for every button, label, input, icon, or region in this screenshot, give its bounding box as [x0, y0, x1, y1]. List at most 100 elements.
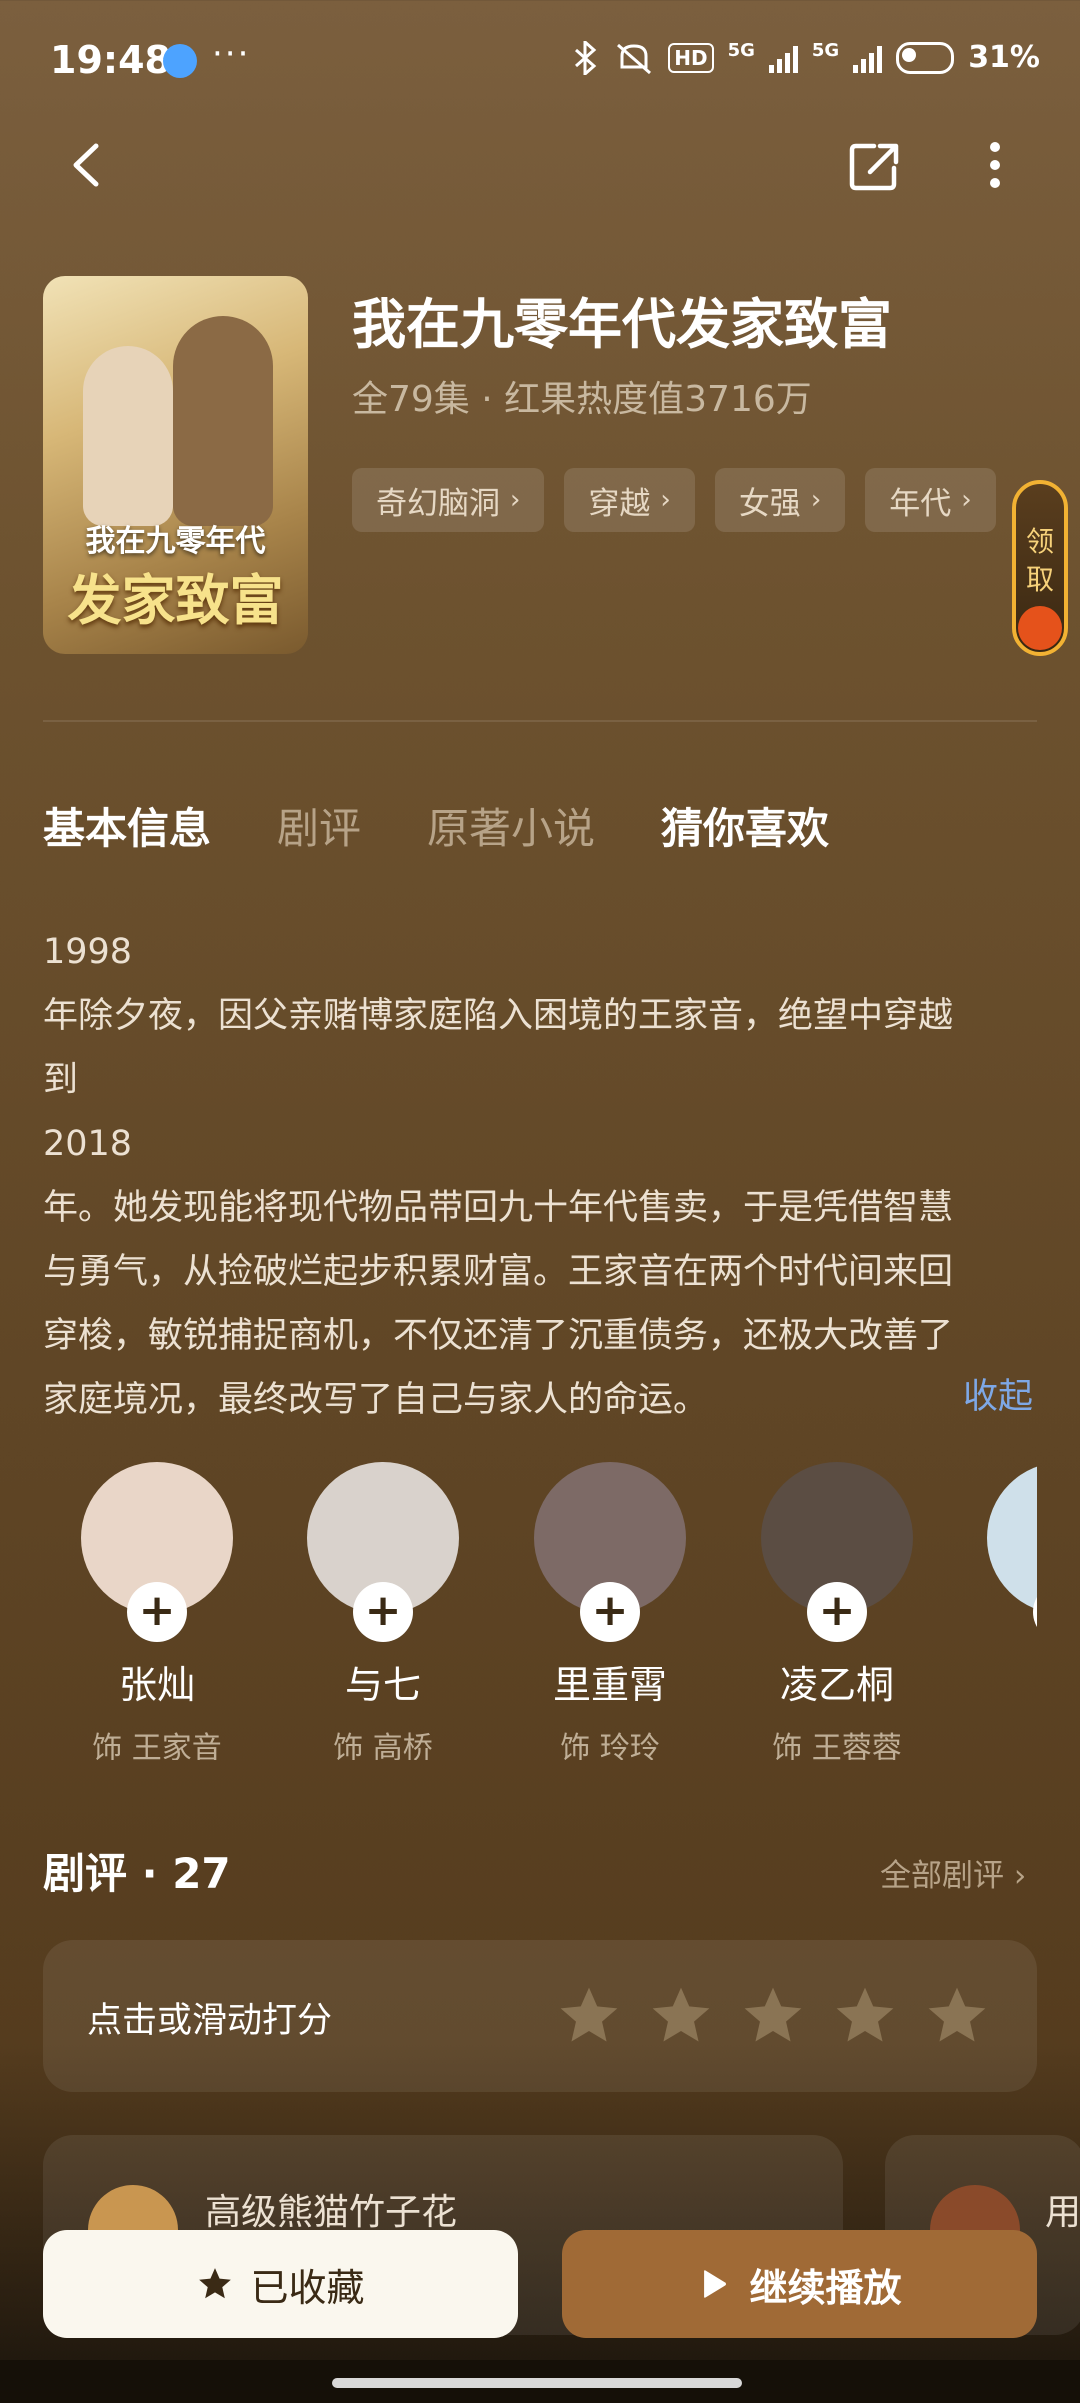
genre-tags: 奇幻脑洞 › 穿越 › 女强 › 年代 › — [352, 468, 996, 532]
synopsis-line: 年除夕夜，因父亲赌博家庭陷入困境的王家音，绝望中穿越 — [43, 996, 954, 1036]
cast-role: 饰 高桥 — [333, 1731, 433, 1760]
continue-play-button[interactable]: 继续播放 — [562, 2230, 1037, 2338]
cast-role: 饰 玲玲 — [560, 1731, 660, 1760]
follow-plus-icon[interactable]: + — [580, 1582, 640, 1642]
cast-item[interactable]: + 张灿 饰 王家音 — [57, 1462, 257, 1760]
network-5g-label-2: 5G — [811, 40, 840, 61]
star-icon[interactable] — [739, 1982, 807, 2050]
chevron-left-icon — [73, 143, 99, 187]
star-icon[interactable] — [923, 1982, 991, 2050]
cast-name: 张灿 — [118, 1663, 195, 1707]
home-indicator[interactable] — [332, 2378, 742, 2388]
tag-label: 穿越 — [588, 485, 651, 522]
cast-role: 饰 — [963, 1723, 1037, 1760]
section-divider — [43, 720, 1037, 722]
hd-badge: HD — [668, 42, 714, 73]
status-more-dots: ··· — [212, 34, 251, 74]
chevron-right-icon: › — [660, 485, 671, 515]
follow-plus-icon[interactable]: + — [807, 1582, 867, 1642]
app-notification-icon — [163, 44, 197, 78]
tab-reviews[interactable]: 剧评 — [277, 795, 361, 856]
signal-icon-1 — [768, 43, 798, 73]
synopsis-line: 与勇气，从捡破烂起步积累财富。王家音在两个时代间来回 — [43, 1252, 954, 1292]
claim-label-2: 取 — [1025, 563, 1054, 596]
chevron-right-icon: › — [810, 485, 822, 515]
reviewer-name: 用 — [1045, 2192, 1080, 2233]
poster-title-line2: 发家致富 — [67, 569, 284, 632]
follow-plus-icon[interactable]: + — [1033, 1582, 1037, 1642]
share-button[interactable] — [846, 130, 906, 200]
drama-title: 我在九零年代发家致富 — [352, 293, 892, 356]
tab-recommend[interactable]: 猜你喜欢 — [661, 795, 829, 856]
tag-label: 年代 — [889, 485, 952, 522]
chevron-right-icon: › — [510, 485, 521, 515]
star-icon[interactable] — [555, 1982, 623, 2050]
synopsis-line: 1998 — [43, 932, 133, 972]
avatar: + — [534, 1462, 686, 1642]
rating-box[interactable]: 点击或滑动打分 — [43, 1940, 1037, 2092]
drama-poster[interactable]: 我在九零年代 发家致富 — [43, 276, 308, 654]
play-icon — [704, 2270, 727, 2298]
poster-figure-female — [83, 346, 173, 526]
drama-subtitle: 全79集 · 红果热度值3716万 — [352, 379, 812, 420]
claim-reward-button[interactable]: 领 取 — [1012, 480, 1068, 656]
reviewer-name: 高级熊猫竹子花 — [205, 2192, 458, 2233]
collapse-synopsis-link[interactable]: 收起 — [963, 1368, 1033, 1419]
poster-title-line1: 我在九零年代 — [85, 524, 266, 559]
more-options-button[interactable] — [965, 130, 1025, 200]
reviews-title: 剧评 · 27 — [43, 1849, 231, 1898]
network-5g-label-1: 5G — [727, 40, 755, 61]
follow-plus-icon[interactable]: + — [353, 1582, 413, 1642]
synopsis-line: 2018 — [43, 1124, 133, 1164]
tab-original-novel[interactable]: 原著小说 — [427, 795, 595, 856]
favorite-label: 已收藏 — [250, 2265, 365, 2310]
synopsis-line: 年。她发现能将现代物品带回九十年代售卖，于是凭借智慧 — [43, 1188, 954, 1228]
star-filled-icon — [199, 2268, 232, 2299]
cast-item[interactable]: + 凌乙桐 饰 王蓉蓉 — [737, 1462, 937, 1760]
tag-era[interactable]: 年代 › — [865, 468, 996, 532]
tag-strong-female[interactable]: 女强 › — [714, 468, 846, 532]
all-reviews-link[interactable]: 全部剧评 › — [880, 1850, 1026, 1895]
tag-time-travel[interactable]: 穿越 › — [564, 468, 695, 532]
synopsis-line: 到 — [43, 1060, 79, 1100]
continue-play-label: 继续播放 — [749, 2265, 902, 2310]
avatar: + — [307, 1462, 459, 1642]
poster-figure-male — [173, 316, 273, 526]
star-icon[interactable] — [831, 1982, 899, 2050]
back-button[interactable] — [60, 130, 120, 200]
follow-plus-icon[interactable]: + — [127, 1582, 187, 1642]
avatar: + — [81, 1462, 233, 1642]
cast-list: + 张灿 饰 王家音 + 与七 饰 高桥 + 里重霄 饰 玲玲 + 凌乙桐 饰 … — [0, 1440, 1037, 1760]
tab-basic-info[interactable]: 基本信息 — [43, 795, 211, 856]
battery-icon — [896, 41, 955, 74]
cast-name: 里重霄 — [552, 1663, 667, 1707]
cast-item[interactable]: + 与七 饰 高桥 — [283, 1462, 483, 1760]
tag-label: 奇幻脑洞 — [376, 485, 500, 522]
red-envelope-icon — [1018, 606, 1062, 650]
favorite-button[interactable]: 已收藏 — [43, 2230, 518, 2338]
cast-item[interactable]: + 张 饰 — [963, 1462, 1037, 1760]
synopsis: 1998 年除夕夜，因父亲赌博家庭陷入困境的王家音，绝望中穿越 到 2018 年… — [43, 920, 1037, 1432]
tag-fantasy[interactable]: 奇幻脑洞 › — [352, 468, 545, 532]
star-icon[interactable] — [647, 1982, 715, 2050]
claim-label-1: 领 — [1025, 525, 1054, 558]
status-bar: 19:48 ··· HD 5G 5G 31% — [0, 0, 1080, 130]
share-icon — [849, 143, 899, 191]
more-vertical-icon — [990, 142, 1000, 188]
cast-item[interactable]: + 里重霄 饰 玲玲 — [510, 1462, 710, 1760]
detail-tabs: 基本信息 剧评 原著小说 猜你喜欢 — [43, 795, 829, 856]
synopsis-line: 家庭境况，最终改写了自己与家人的命运。 — [43, 1380, 709, 1420]
mute-icon — [617, 43, 652, 74]
chevron-right-icon: › — [961, 485, 972, 515]
bluetooth-icon — [575, 40, 597, 75]
avatar: + — [987, 1462, 1037, 1642]
cast-role: 饰 王家音 — [92, 1731, 222, 1760]
signal-icon-2 — [853, 43, 883, 73]
cast-name: 张 — [963, 1654, 1037, 1709]
status-right-group: HD 5G 5G 31% — [572, 40, 1040, 75]
rating-prompt: 点击或滑动打分 — [87, 2001, 333, 2041]
battery-percent: 31% — [968, 40, 1040, 75]
avatar: + — [761, 1462, 913, 1642]
tag-label: 女强 — [738, 485, 801, 522]
synopsis-line: 穿梭，敏锐捕捉商机，不仅还清了沉重债务，还极大改善了 — [43, 1316, 954, 1356]
